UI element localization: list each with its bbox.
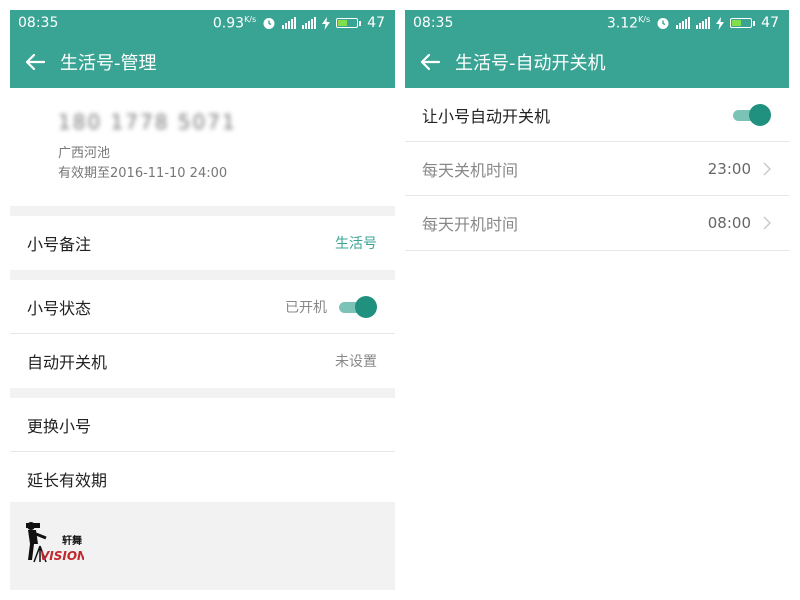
chevron-right-icon [763, 162, 771, 175]
status-time: 08:35 [413, 15, 454, 31]
remark-value: 生活号 [335, 236, 377, 252]
battery-level: 47 [761, 15, 779, 31]
auto-power-toggle[interactable] [733, 103, 771, 126]
on-time-row[interactable]: 每天开机时间 08:00 [405, 196, 789, 250]
extend-validity-row[interactable]: 延长有效期 [10, 452, 395, 506]
page-title: 生活号-管理 [60, 53, 157, 74]
svg-text:VISION: VISION [40, 549, 84, 563]
auto-power-label: 自动开关机 [27, 353, 108, 372]
location-text: 广西河池 [58, 146, 111, 161]
battery-icon [336, 18, 362, 28]
off-time-value: 23:00 [707, 159, 751, 178]
network-speed: 3.12 [606, 15, 639, 32]
state-row: 小号状态 已开机 [10, 280, 395, 334]
back-arrow-icon[interactable] [419, 51, 441, 73]
signal-icon [282, 17, 297, 29]
status-time: 08:35 [18, 15, 59, 31]
battery-level: 47 [367, 15, 385, 31]
chevron-right-icon [763, 216, 771, 230]
expiry-text: 有效期至2016-11-10 24:00 [58, 166, 228, 181]
auto-power-row[interactable]: 自动开关机 未设置 [10, 334, 395, 388]
replace-number-label: 更换小号 [27, 416, 92, 436]
on-time-value: 08:00 [707, 214, 751, 232]
auto-power-toggle-label: 让小号自动开关机 [422, 106, 551, 126]
status-bar: 08:35 0.93K/s 47 [10, 10, 395, 36]
charging-icon [322, 16, 331, 30]
auto-power-value: 未设置 [335, 354, 377, 370]
svg-text:轩舞: 轩舞 [62, 534, 82, 547]
back-arrow-icon[interactable] [24, 51, 46, 73]
vision-logo: 轩舞 VISION [26, 522, 84, 563]
signal-4g-icon [696, 17, 711, 29]
app-bar: 生活号-自动开关机 [405, 36, 789, 88]
right-screen: 08:35 3.12K/s 47 生活号-自动开关机 让小号自动开关机 每天关机… [405, 10, 789, 590]
alarm-icon [263, 18, 275, 29]
status-bar: 08:35 3.12K/s 47 [405, 10, 789, 36]
page-title: 生活号-自动开关机 [455, 53, 606, 74]
profile-card: 180 1778 5071 广西河池 有效期至2016-11-10 24:00 [10, 88, 395, 206]
auto-power-toggle-row: 让小号自动开关机 [405, 88, 789, 142]
off-time-row[interactable]: 每天关机时间 23:00 [405, 142, 789, 196]
app-bar: 生活号-管理 [10, 36, 395, 88]
on-time-label: 每天开机时间 [422, 215, 519, 234]
state-label: 小号状态 [27, 298, 92, 318]
extend-validity-label: 延长有效期 [27, 471, 108, 490]
battery-icon [730, 18, 756, 28]
signal-icon [676, 17, 691, 29]
power-toggle[interactable] [339, 295, 377, 318]
state-value: 已开机 [285, 299, 327, 316]
masked-phone-number: 180 1778 5071 [58, 110, 237, 134]
replace-number-row[interactable]: 更换小号 [10, 398, 395, 452]
left-screen: 08:35 0.93K/s 47 生活号-管理 180 1778 5071 广西… [10, 10, 395, 590]
remark-label: 小号备注 [27, 235, 92, 254]
network-speed: 0.93 [212, 15, 245, 32]
charging-icon [716, 16, 725, 30]
remark-row[interactable]: 小号备注 生活号 [10, 216, 395, 270]
alarm-icon [657, 18, 669, 29]
off-time-label: 每天关机时间 [422, 160, 519, 180]
signal-4g-icon [302, 17, 317, 29]
